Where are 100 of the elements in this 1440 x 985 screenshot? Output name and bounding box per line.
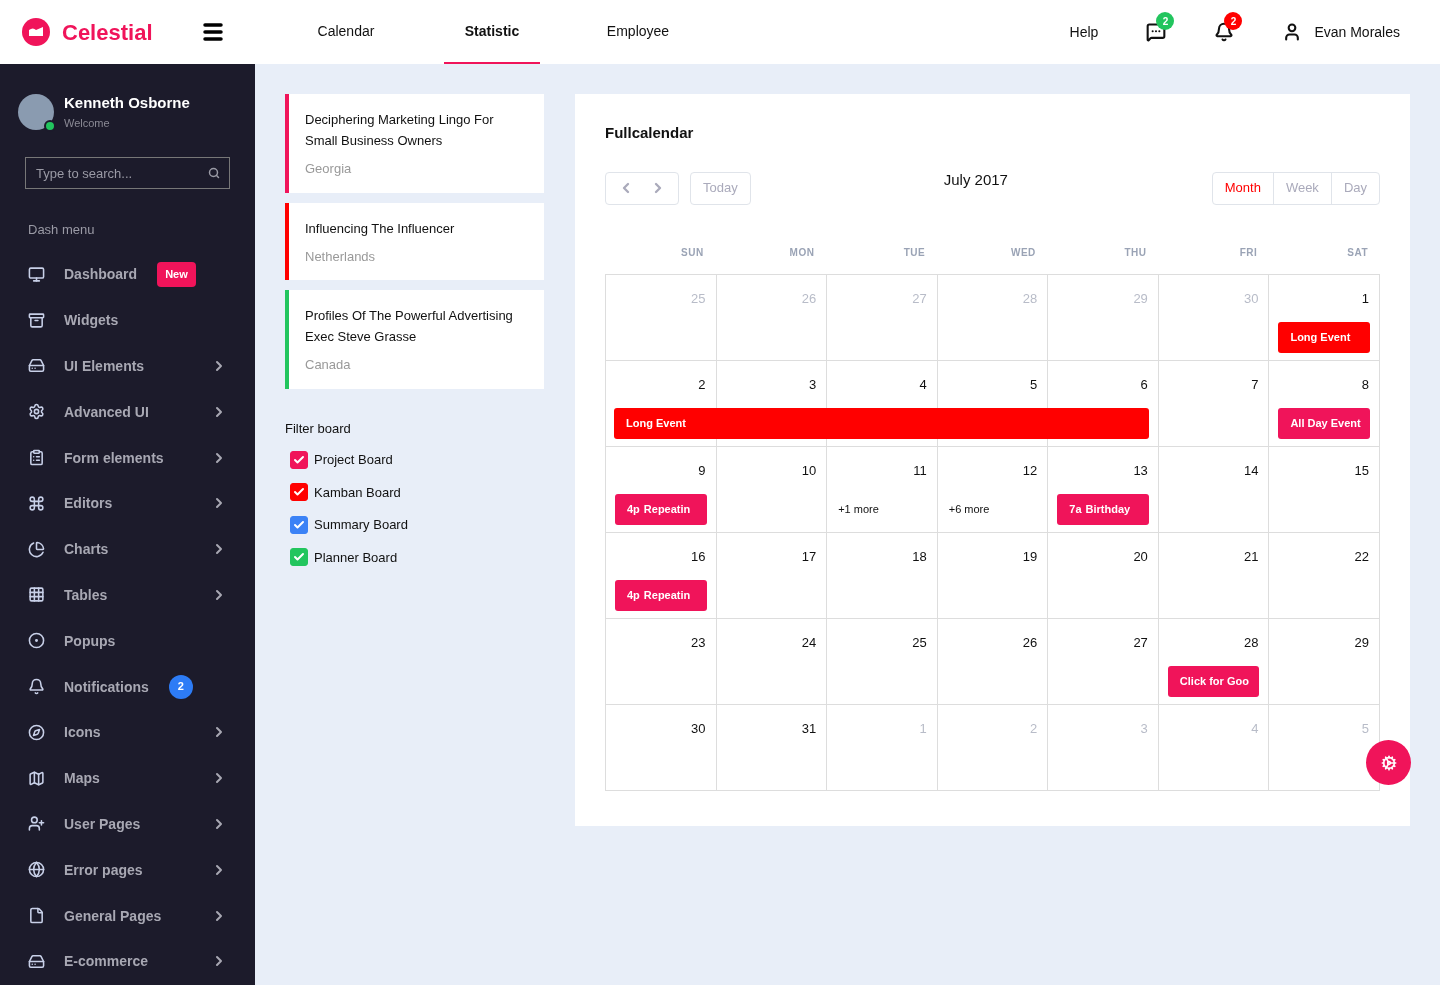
checkbox[interactable] xyxy=(290,515,308,534)
search-icon[interactable] xyxy=(208,167,220,179)
prev-next-group[interactable] xyxy=(605,171,679,205)
day-cell[interactable]: 24 xyxy=(716,618,828,705)
menu-item-label: Advanced UI xyxy=(64,402,149,422)
day-cell[interactable]: 15 xyxy=(1269,446,1380,533)
checkbox-label: Kamban Board xyxy=(314,483,401,502)
menu-item-label: Tables xyxy=(64,585,108,605)
day-cell[interactable]: 13 7a Birthday xyxy=(1048,446,1159,533)
checkbox[interactable] xyxy=(290,450,308,469)
day-cell[interactable]: 28 Click for Goo xyxy=(1158,618,1270,705)
menu-item[interactable]: Advanced UI xyxy=(0,388,255,435)
calendar-event[interactable]: Long Event xyxy=(1278,321,1370,353)
calendar-event[interactable]: Click for Goo xyxy=(1167,665,1260,697)
menu-item[interactable]: Tables xyxy=(0,572,255,618)
day-number: 13 xyxy=(1133,462,1148,480)
nav-tab[interactable]: Employee xyxy=(590,0,686,64)
menu-item[interactable]: Widgets xyxy=(0,297,255,344)
day-number: 4 xyxy=(919,376,927,394)
day-cell[interactable]: 10 xyxy=(716,446,828,533)
post-card[interactable]: Deciphering Marketing Lingo For Small Business Owners Georgia xyxy=(285,94,544,193)
day-cell[interactable]: 31 xyxy=(716,704,828,791)
menu-item[interactable]: General Pages xyxy=(0,892,255,939)
more-link[interactable]: +6 more xyxy=(948,500,990,517)
menu-item[interactable]: Error pages xyxy=(0,846,255,893)
nav-tab[interactable]: Statistic xyxy=(444,0,540,64)
menu-item[interactable]: Charts xyxy=(0,526,255,573)
day-cell[interactable]: 7 xyxy=(1158,360,1270,447)
calendar-event[interactable]: All Day Event xyxy=(1278,407,1370,439)
day-cell[interactable]: 23 xyxy=(606,618,717,705)
day-cell[interactable]: 21 xyxy=(1158,532,1270,619)
post-card[interactable]: Influencing The Influencer Netherlands xyxy=(285,202,544,280)
menu-item[interactable]: UI Elements xyxy=(0,343,255,389)
menu-icon[interactable] xyxy=(200,20,225,44)
day-cell[interactable]: 20 xyxy=(1048,532,1159,619)
day-number: 2 xyxy=(1030,720,1038,738)
day-cell[interactable]: 16 4p Repeatin xyxy=(606,532,717,619)
checkbox[interactable] xyxy=(290,483,308,502)
day-cell[interactable]: 18 xyxy=(827,532,938,619)
day-cell[interactable]: 9 4p Repeatin xyxy=(606,446,717,533)
day-cell[interactable]: 25 xyxy=(827,618,938,705)
menu-item-label: E-commerce xyxy=(64,952,149,972)
day-cell[interactable]: 4 xyxy=(827,360,938,447)
menu-item[interactable]: Form elements xyxy=(0,434,255,481)
check-icon xyxy=(293,453,305,466)
menu-item[interactable]: Notifications 2 xyxy=(0,663,255,710)
day-cell[interactable]: 6 xyxy=(1048,360,1159,447)
menu-item[interactable]: E-commerce xyxy=(0,938,255,985)
menu-item[interactable]: Dashboard New xyxy=(0,251,255,298)
day-cell[interactable]: 5 xyxy=(937,360,1049,447)
menu-item[interactable]: Editors xyxy=(0,480,255,527)
calendar-event[interactable]: 4p Repeatin xyxy=(615,579,707,611)
post-title: Profiles Of The Powerful Advertising Exec Steve Grasse xyxy=(305,307,514,346)
nav-tab[interactable]: Calendar xyxy=(298,0,394,64)
day-cell[interactable]: 22 xyxy=(1269,532,1380,619)
pie-chart-icon xyxy=(28,540,45,558)
day-number: 25 xyxy=(912,634,927,652)
weekday-header: SAT xyxy=(1346,245,1369,260)
event-bar-segment[interactable] xyxy=(1048,407,1149,439)
day-cell[interactable]: 2 Long Event xyxy=(606,360,717,447)
event-bar-segment[interactable]: Long Event xyxy=(614,407,717,439)
day-cell[interactable]: 29 xyxy=(1269,618,1380,705)
day-cell[interactable]: 19 xyxy=(937,532,1049,619)
help-link[interactable]: Help xyxy=(1069,22,1099,42)
search-field[interactable]: Type to search... xyxy=(25,157,230,189)
clipboard-icon xyxy=(28,449,45,467)
weekday-header: FRI xyxy=(1238,245,1259,260)
map-icon xyxy=(28,769,45,787)
logo-icon xyxy=(22,18,50,46)
post-card[interactable]: Profiles Of The Powerful Advertising Exec Steve Grasse Canada xyxy=(285,290,544,389)
view-tab[interactable]: Month xyxy=(1212,172,1273,204)
day-cell[interactable]: 17 xyxy=(716,532,828,619)
day-cell[interactable]: 11 +1 more xyxy=(827,446,938,533)
filter-title: Filter board xyxy=(285,419,352,438)
day-cell[interactable]: 1 Long Event xyxy=(1269,274,1380,361)
day-cell[interactable]: 30 xyxy=(606,704,717,791)
post-location: Georgia xyxy=(305,160,353,178)
menu-item[interactable]: Popups xyxy=(0,617,255,664)
day-number: 2 xyxy=(698,376,706,394)
day-cell[interactable]: 3 xyxy=(716,360,828,447)
checkbox-label: Planner Board xyxy=(314,548,398,567)
target-icon xyxy=(28,632,45,650)
weekday-header: SUN xyxy=(680,245,705,260)
day-cell[interactable]: 27 xyxy=(1048,618,1159,705)
day-cell[interactable]: 26 xyxy=(937,618,1049,705)
day-cell[interactable]: 14 xyxy=(1158,446,1270,533)
menu-item[interactable]: Icons xyxy=(0,709,255,756)
monitor-icon xyxy=(28,265,45,283)
user-name[interactable]: Evan Morales xyxy=(1314,22,1400,42)
menu-item[interactable]: Maps xyxy=(0,755,255,802)
more-link[interactable]: +1 more xyxy=(838,500,879,517)
calendar-event[interactable]: 7a Birthday xyxy=(1057,493,1149,525)
day-number: 28 xyxy=(1022,290,1038,308)
calendar-event[interactable]: 4p Repeatin xyxy=(615,493,707,525)
checkbox[interactable] xyxy=(290,548,308,567)
settings-button[interactable] xyxy=(1366,740,1411,785)
menu-item[interactable]: User Pages xyxy=(0,801,255,847)
day-cell[interactable]: 12 +6 more xyxy=(937,446,1049,533)
day-cell[interactable]: 8 All Day Event xyxy=(1269,360,1380,447)
day-number: 25 xyxy=(691,290,706,308)
